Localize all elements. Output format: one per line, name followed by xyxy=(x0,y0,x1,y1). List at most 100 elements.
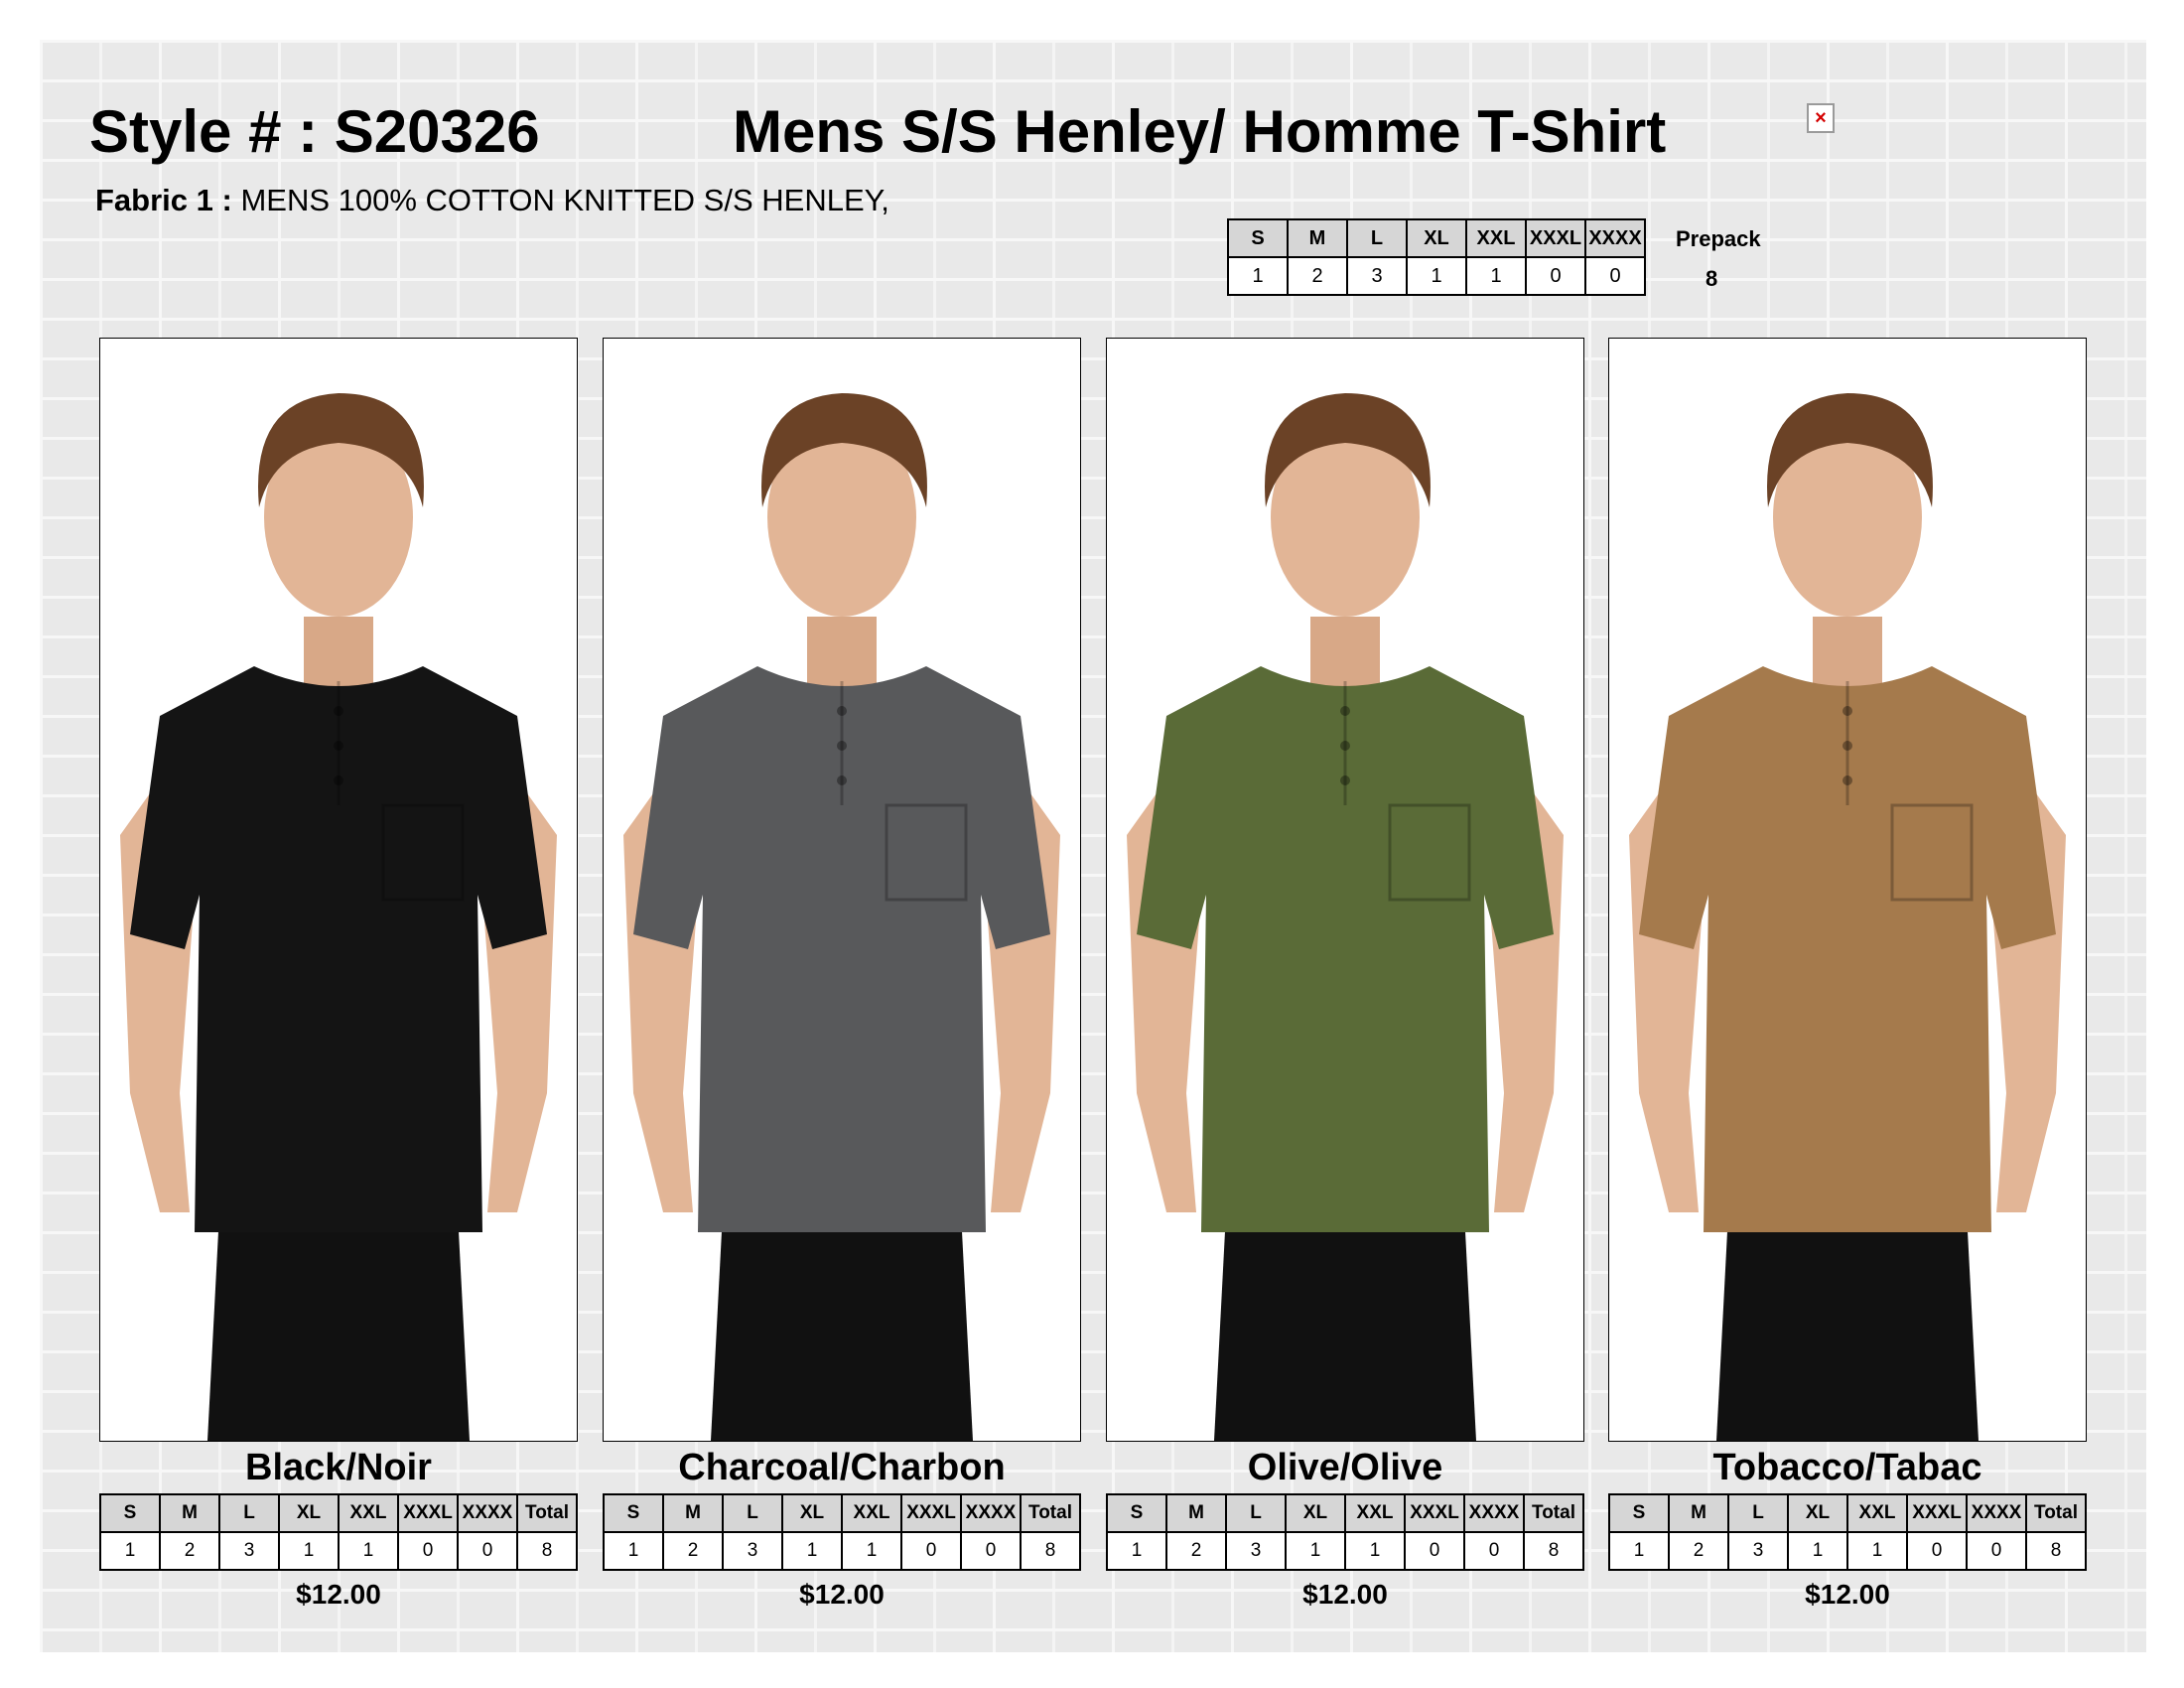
size-qty: 1 xyxy=(1787,1531,1848,1571)
size-header: L xyxy=(1727,1493,1789,1533)
size-header: XXL xyxy=(841,1493,902,1533)
size-header: XXXX xyxy=(457,1493,518,1533)
size-header: M xyxy=(662,1493,724,1533)
size-header: XXXL xyxy=(397,1493,459,1533)
size-qty: 3 xyxy=(722,1531,783,1571)
size-qty: 3 xyxy=(1727,1531,1789,1571)
button-icon xyxy=(837,706,847,716)
size-header: XL xyxy=(1285,1493,1346,1533)
button-icon xyxy=(837,775,847,785)
size-qty: 1 xyxy=(781,1531,843,1571)
prepack-label: Prepack xyxy=(1676,226,1761,251)
button-icon xyxy=(1340,706,1350,716)
color-name: Olive/Olive xyxy=(1247,1447,1443,1488)
product-photo xyxy=(603,338,1081,1442)
product-card: Black/Noir S M L XL XXL XXXL XXXX Total … xyxy=(99,338,578,1611)
size-qty: 0 xyxy=(1525,256,1586,296)
price: $12.00 xyxy=(1302,1579,1388,1610)
size-qty: 1 xyxy=(1465,256,1527,296)
size-header: S xyxy=(99,1493,161,1533)
size-qty: 3 xyxy=(1225,1531,1287,1571)
size-header: XXXL xyxy=(1404,1493,1465,1533)
size-header: XXL xyxy=(1344,1493,1406,1533)
broken-image-icon: × xyxy=(1807,103,1835,133)
size-qty: 1 xyxy=(1846,1531,1908,1571)
prepack-size-table: S M L XL XXL XXXL XXXX 1 2 3 1 1 0 0 xyxy=(1227,218,1646,296)
size-qty: 0 xyxy=(960,1531,1022,1571)
size-header: XXXX xyxy=(960,1493,1022,1533)
page-title: Mens S/S Henley/ Homme T-Shirt xyxy=(733,98,1667,165)
size-breakdown-table: S M L XL XXL XXXL XXXX Total 1 2 3 1 1 0… xyxy=(1608,1493,2087,1571)
size-qty: 0 xyxy=(1906,1531,1968,1571)
size-header: M xyxy=(1668,1493,1729,1533)
size-header: M xyxy=(1165,1493,1227,1533)
size-header: XXXL xyxy=(1525,218,1586,258)
size-header: XL xyxy=(278,1493,340,1533)
button-icon xyxy=(1340,741,1350,751)
trousers xyxy=(1214,1212,1476,1441)
trousers xyxy=(207,1212,470,1441)
size-qty: 2 xyxy=(662,1531,724,1571)
size-header: XL xyxy=(781,1493,843,1533)
size-qty: 2 xyxy=(1287,256,1348,296)
price: $12.00 xyxy=(1805,1579,1890,1610)
size-header: L xyxy=(218,1493,280,1533)
color-name: Tobacco/Tabac xyxy=(1712,1447,1982,1488)
total-qty: 8 xyxy=(516,1531,578,1571)
button-icon xyxy=(1843,741,1852,751)
product-photo xyxy=(1106,338,1584,1442)
fabric-value: MENS 100% COTTON KNITTED S/S HENLEY, xyxy=(240,183,889,217)
size-header: XXXL xyxy=(900,1493,962,1533)
total-header: Total xyxy=(1523,1493,1584,1533)
price: $12.00 xyxy=(799,1579,885,1610)
button-icon xyxy=(334,775,343,785)
size-qty: 1 xyxy=(1406,256,1467,296)
size-header: XXXX xyxy=(1584,218,1646,258)
price: $12.00 xyxy=(296,1579,381,1610)
size-header: XL xyxy=(1787,1493,1848,1533)
button-icon xyxy=(837,741,847,751)
trousers xyxy=(711,1212,973,1441)
color-name: Charcoal/Charbon xyxy=(678,1447,1006,1488)
size-header: S xyxy=(1106,1493,1167,1533)
product-card: Tobacco/Tabac S M L XL XXL XXXL XXXX Tot… xyxy=(1608,338,2087,1611)
size-header: S xyxy=(1227,218,1289,258)
size-qty: 1 xyxy=(99,1531,161,1571)
size-qty: 1 xyxy=(1106,1531,1167,1571)
total-qty: 8 xyxy=(2025,1531,2087,1571)
size-qty: 0 xyxy=(900,1531,962,1571)
size-qty: 1 xyxy=(841,1531,902,1571)
total-qty: 8 xyxy=(1523,1531,1584,1571)
size-qty: 2 xyxy=(1668,1531,1729,1571)
size-breakdown-table: S M L XL XXL XXXL XXXX Total 1 2 3 1 1 0… xyxy=(99,1493,578,1571)
button-icon xyxy=(1843,775,1852,785)
size-header: M xyxy=(1287,218,1348,258)
button-icon xyxy=(334,706,343,716)
size-qty: 0 xyxy=(1463,1531,1525,1571)
fabric-label: Fabric 1 : xyxy=(95,183,232,217)
trousers xyxy=(1716,1212,1979,1441)
size-breakdown-table: S M L XL XXL XXXL XXXX Total 1 2 3 1 1 0… xyxy=(603,1493,1081,1571)
prepack-value: 8 xyxy=(1706,266,1718,291)
product-photo xyxy=(99,338,578,1442)
button-icon xyxy=(1340,775,1350,785)
size-header: M xyxy=(159,1493,220,1533)
size-qty: 2 xyxy=(1165,1531,1227,1571)
size-qty: 1 xyxy=(278,1531,340,1571)
button-icon xyxy=(334,741,343,751)
product-card: Charcoal/Charbon S M L XL XXL XXXL XXXX … xyxy=(603,338,1081,1611)
size-header: L xyxy=(1225,1493,1287,1533)
size-qty: 1 xyxy=(1344,1531,1406,1571)
total-header: Total xyxy=(516,1493,578,1533)
size-qty: 2 xyxy=(159,1531,220,1571)
size-header: XL xyxy=(1406,218,1467,258)
size-header: XXXX xyxy=(1966,1493,2027,1533)
size-header: S xyxy=(1608,1493,1670,1533)
size-header: L xyxy=(1346,218,1408,258)
size-qty: 0 xyxy=(1584,256,1646,296)
size-qty: 1 xyxy=(1227,256,1289,296)
size-header: S xyxy=(603,1493,664,1533)
size-qty: 1 xyxy=(1608,1531,1670,1571)
size-qty: 3 xyxy=(1346,256,1408,296)
total-header: Total xyxy=(1020,1493,1081,1533)
